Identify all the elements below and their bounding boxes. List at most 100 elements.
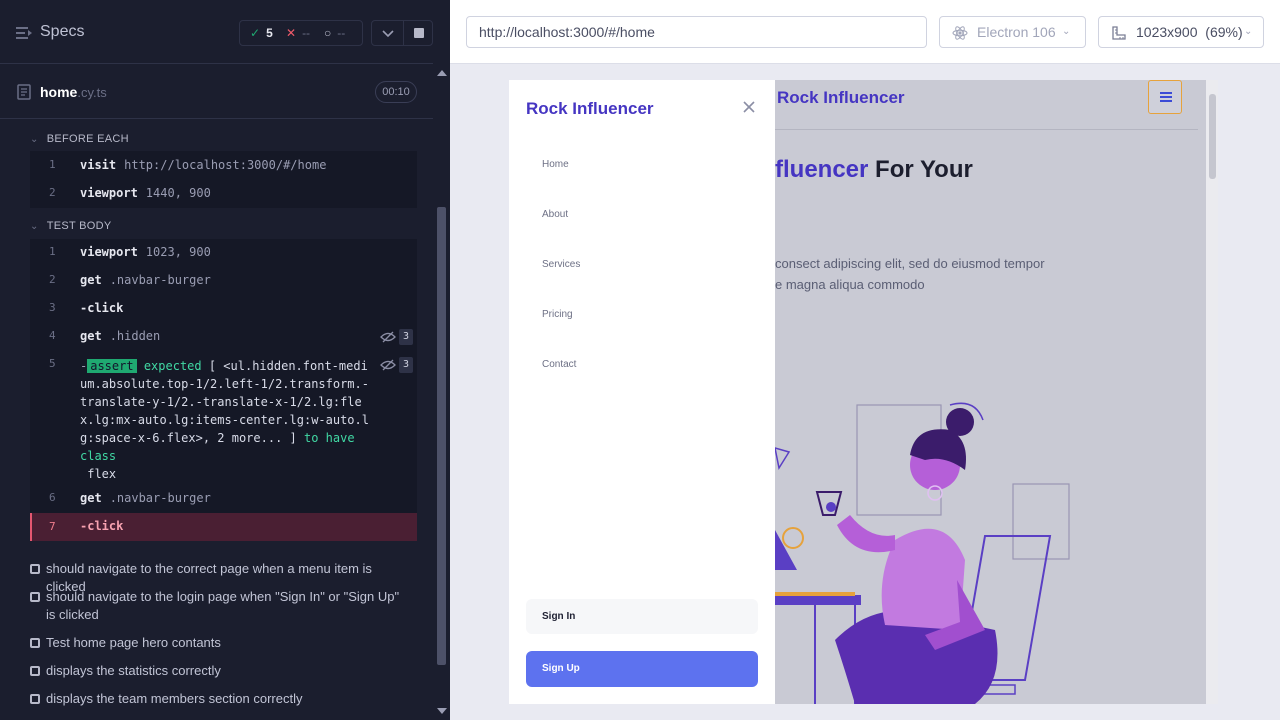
hero-title: fluencer For Your xyxy=(775,156,973,184)
nav-item-about[interactable]: About xyxy=(542,209,568,220)
assert-message: - assert expected [ <ul.hidden.font-mediu… xyxy=(80,357,375,483)
command-number: 1 xyxy=(49,158,56,171)
command-number: 7 xyxy=(49,520,56,533)
reporter-scrollbar[interactable] xyxy=(433,64,450,720)
file-icon xyxy=(17,84,31,100)
spec-header: home.cy.ts 00:10 xyxy=(0,64,433,119)
nav-item-services[interactable]: Services xyxy=(542,259,580,270)
command-name: get .navbar-burger xyxy=(80,491,211,505)
command-name-text: get xyxy=(80,273,102,287)
command-arg: .hidden xyxy=(109,329,161,343)
before-each-commands: 1 visit http://localhost:3000/#/home 2 vi… xyxy=(30,151,417,208)
hidden-elements-badge: 3 xyxy=(380,357,413,373)
command-name-text: get xyxy=(80,491,102,505)
chevron-down-icon[interactable] xyxy=(380,25,396,41)
command-name-text: visit xyxy=(80,158,117,172)
hero-illustration xyxy=(775,402,1070,704)
spec-file-ext: .cy.ts xyxy=(77,85,107,100)
assert-expected: expected xyxy=(143,359,202,373)
hero-title-rest: For Your xyxy=(868,156,973,183)
scrollbar-thumb[interactable] xyxy=(437,207,446,665)
failed-count: -- xyxy=(302,26,311,40)
test-item[interactable]: should navigate to the login page when "… xyxy=(30,588,410,624)
sign-in-button[interactable]: Sign In xyxy=(526,599,758,634)
test-body-commands: 1 viewport 1023, 900 2 get .navbar-burger … xyxy=(30,239,417,513)
command-arg: 1023, 900 xyxy=(145,245,211,259)
test-status-icon xyxy=(30,564,40,574)
command-number: 3 xyxy=(49,301,56,314)
navbar-burger-button[interactable] xyxy=(1148,80,1182,114)
nav-item-pricing[interactable]: Pricing xyxy=(542,309,573,320)
test-title: Test home page hero contants xyxy=(46,635,221,650)
nav-item-home[interactable]: Home xyxy=(542,159,569,170)
pending-count: -- xyxy=(337,26,346,40)
scroll-down-arrow-icon[interactable] xyxy=(437,708,447,714)
assert-command-row[interactable]: 5 - assert expected [ <ul.hidden.font-med… xyxy=(30,357,417,483)
ruler-icon xyxy=(1112,26,1126,40)
stop-icon[interactable] xyxy=(414,28,424,38)
specs-title[interactable]: Specs xyxy=(40,23,84,41)
command-number: 2 xyxy=(49,273,56,286)
command-name: viewport 1023, 900 xyxy=(80,245,211,259)
viewport-selector[interactable]: 1023x900 (69%) ⌄ xyxy=(1098,16,1264,48)
eye-slash-icon xyxy=(380,331,396,343)
command-name: visit http://localhost:3000/#/home xyxy=(80,158,326,172)
failed-command-row[interactable]: 7 -click xyxy=(30,513,417,541)
command-name: viewport 1440, 900 xyxy=(80,186,211,200)
chevron-down-icon: ⌄ xyxy=(1062,26,1071,37)
close-icon[interactable] xyxy=(742,100,756,114)
test-item[interactable]: displays the team members section correc… xyxy=(30,690,410,708)
burger-line xyxy=(1160,100,1172,102)
reporter-header: Specs ✓ 5 ✕ -- ○ -- xyxy=(0,0,433,64)
before-each-label: BEFORE EACH xyxy=(46,133,129,145)
test-item[interactable]: displays the statistics correctly xyxy=(30,662,410,680)
test-title: should navigate to the login page when "… xyxy=(46,589,400,622)
mobile-menu-drawer: Rock Influencer Home About Services Pric… xyxy=(509,80,775,704)
test-status-icon xyxy=(30,666,40,676)
pending-icon: ○ xyxy=(324,26,332,40)
specs-list-icon[interactable] xyxy=(16,26,32,40)
pending-stat: ○ -- xyxy=(324,26,345,40)
test-item[interactable]: Test home page hero contants xyxy=(30,634,410,652)
test-body-heading[interactable]: ⌄ TEST BODY xyxy=(30,220,112,232)
nav-item-contact[interactable]: Contact xyxy=(542,359,576,370)
electron-icon xyxy=(952,26,968,40)
command-arg: http://localhost:3000/#/home xyxy=(124,158,327,172)
sign-up-button[interactable]: Sign Up xyxy=(526,651,758,687)
x-icon: ✕ xyxy=(286,26,297,40)
command-number: 1 xyxy=(49,245,56,258)
command-name-text: viewport xyxy=(80,245,138,259)
command-name: get .navbar-burger xyxy=(80,273,211,287)
scroll-up-arrow-icon[interactable] xyxy=(437,70,447,76)
command-number: 2 xyxy=(49,186,56,199)
element-count: 3 xyxy=(399,329,413,345)
browser-selector[interactable]: Electron 106 ⌄ xyxy=(939,16,1086,48)
command-number: 6 xyxy=(49,491,56,504)
assert-class-name: flex xyxy=(87,467,117,481)
url-field[interactable]: http://localhost:3000/#/home xyxy=(466,16,927,48)
command-name: -click xyxy=(80,519,124,533)
command-arg: .navbar-burger xyxy=(109,273,211,287)
command-log-panel: Specs ✓ 5 ✕ -- ○ -- home.cy.ts 00:10 ⌄ B… xyxy=(0,0,450,720)
divider xyxy=(403,21,404,45)
command-number: 4 xyxy=(49,329,56,342)
passed-count: 5 xyxy=(266,26,273,40)
command-name: -click xyxy=(80,301,124,315)
scrollbar-thumb[interactable] xyxy=(1209,94,1216,179)
viewport-size: 1023x900 (69%) xyxy=(1136,17,1243,47)
aut-scrollbar[interactable] xyxy=(1206,80,1218,704)
test-status-icon xyxy=(30,638,40,648)
divider xyxy=(775,129,1198,130)
before-each-heading[interactable]: ⌄ BEFORE EACH xyxy=(30,133,129,145)
drawer-logo[interactable]: Rock Influencer xyxy=(526,99,654,119)
failed-stat: ✕ -- xyxy=(286,26,310,40)
hero-description-line: e magna aliqua commodo xyxy=(775,277,925,292)
command-name-text: get xyxy=(80,329,102,343)
test-title: displays the team members section correc… xyxy=(46,691,303,706)
site-logo[interactable]: Rock Influencer xyxy=(777,88,905,108)
eye-slash-icon xyxy=(380,359,396,371)
spec-duration: 00:10 xyxy=(375,81,417,103)
command-name-text: viewport xyxy=(80,186,138,200)
test-status-icon xyxy=(30,694,40,704)
hidden-elements-badge: 3 xyxy=(380,329,413,345)
